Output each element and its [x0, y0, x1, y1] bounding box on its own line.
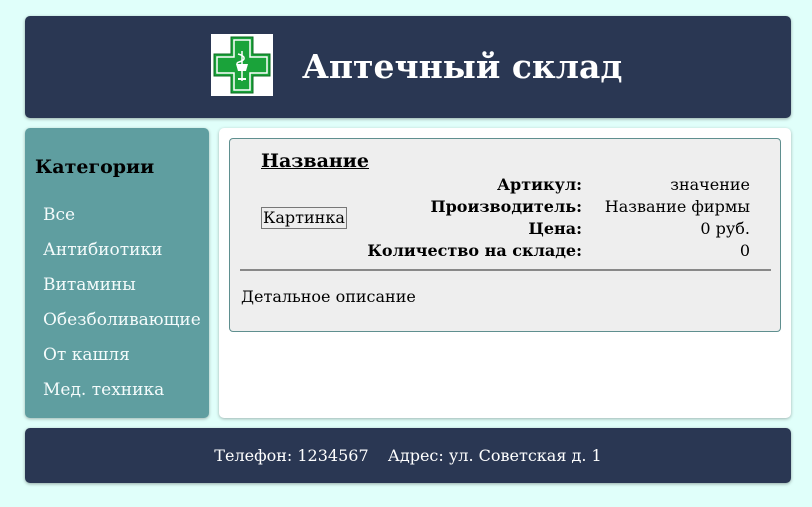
product-description: Детальное описание: [241, 287, 416, 306]
spec-label: Производитель:: [430, 197, 582, 216]
spec-value: 0: [739, 241, 750, 260]
divider: [240, 269, 771, 271]
category-item-vitamins[interactable]: Витамины: [43, 272, 201, 307]
category-item-med-equipment[interactable]: Мед. техника: [43, 377, 201, 412]
spec-label: Количество на складе:: [367, 241, 582, 260]
footer-phone-label: Телефон:: [214, 446, 293, 465]
category-item-all[interactable]: Все: [43, 202, 201, 237]
spec-row-sku: Артикул: значение: [230, 174, 750, 196]
footer-address-label: Адрес:: [387, 446, 444, 465]
category-sidebar: Категории Все Антибиотики Витамины Обезб…: [25, 128, 209, 418]
spec-value: 0 руб.: [700, 219, 750, 238]
site-title: Аптечный склад: [302, 47, 623, 86]
category-list: Все Антибиотики Витамины Обезболивающие …: [43, 202, 201, 412]
page-footer: Телефон: 1234567 Адрес: ул. Советская д.…: [25, 428, 791, 483]
main-content: Название Артикул: значение Производитель…: [219, 128, 791, 418]
footer-address: ул. Советская д. 1: [448, 446, 602, 465]
product-card: Название Артикул: значение Производитель…: [229, 138, 781, 332]
footer-phone: 1234567: [297, 446, 369, 465]
spec-label: Артикул:: [497, 175, 582, 194]
pharmacy-cross-icon: [211, 34, 273, 96]
product-name-link[interactable]: Название: [261, 150, 369, 172]
category-item-antibiotics[interactable]: Антибиотики: [43, 237, 201, 272]
spec-value: Название фирмы: [604, 197, 750, 216]
spec-row-stock: Количество на складе: 0: [230, 240, 750, 262]
spec-value: значение: [670, 175, 750, 194]
page-header: Аптечный склад: [25, 16, 791, 118]
spec-label: Цена:: [528, 219, 582, 238]
category-item-cough[interactable]: От кашля: [43, 342, 201, 377]
sidebar-title: Категории: [35, 156, 155, 178]
category-item-painkillers[interactable]: Обезболивающие: [43, 307, 201, 342]
product-image-placeholder: Картинка: [261, 207, 347, 229]
